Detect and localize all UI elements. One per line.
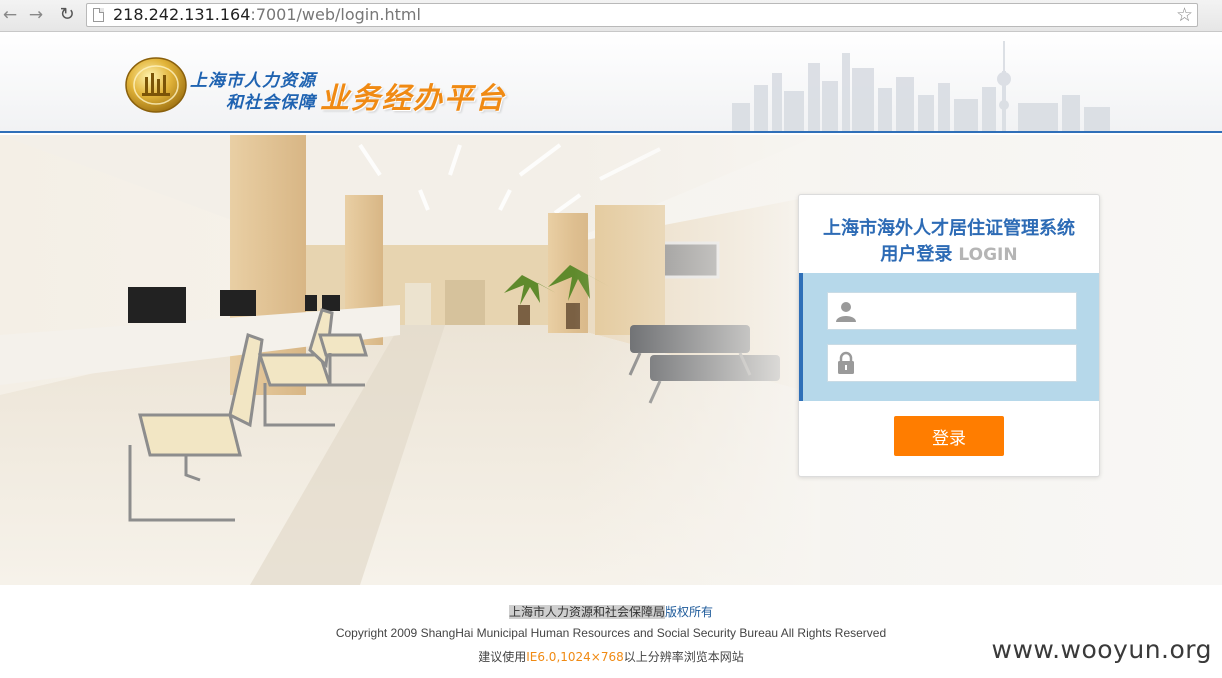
lock-icon xyxy=(838,351,854,374)
url-text[interactable]: 218.242.131.164:7001/web/login.html xyxy=(113,6,421,24)
tip-suffix: 以上分辨率浏览本网站 xyxy=(623,650,744,664)
logo-text-line2: 和社会保障 xyxy=(226,93,316,113)
username-input[interactable] xyxy=(864,297,1070,325)
emblem-logo xyxy=(125,57,187,113)
site-footer: 上海市人力资源和社会保障局版权所有 Copyright 2009 ShangHa… xyxy=(0,585,1222,678)
user-icon xyxy=(836,302,856,322)
site-header: 上海市人力资源 和社会保障 业务经办平台 xyxy=(0,33,1222,133)
footer-owner: 上海市人力资源和社会保障局 xyxy=(508,605,665,619)
watermark-text: www.wooyun.org xyxy=(991,635,1212,664)
password-input[interactable] xyxy=(864,349,1070,377)
forward-arrow-icon[interactable]: → xyxy=(26,5,46,25)
address-bar[interactable]: 218.242.131.164:7001/web/login.html ☆ xyxy=(86,3,1198,27)
footer-rights: 版权所有 xyxy=(665,605,714,619)
reload-icon[interactable]: ↻ xyxy=(57,5,77,25)
platform-title: 业务经办平台 xyxy=(320,81,507,115)
login-heading: 用户登录 LOGIN xyxy=(799,240,1099,266)
login-button[interactable]: 登录 xyxy=(894,416,1004,456)
tip-prefix: 建议使用 xyxy=(478,650,527,664)
url-host: 218.242.131.164 xyxy=(113,5,251,24)
credentials-area xyxy=(799,273,1099,401)
page-icon xyxy=(93,8,104,22)
service-hall-illustration xyxy=(0,135,820,585)
city-skyline-graphic xyxy=(732,41,1110,131)
bookmark-star-icon[interactable]: ☆ xyxy=(1176,4,1193,26)
back-arrow-icon[interactable]: ← xyxy=(0,5,20,25)
login-heading-en: LOGIN xyxy=(958,245,1018,265)
login-heading-cn: 用户登录 xyxy=(880,244,953,265)
footer-ownership: 上海市人力资源和社会保障局版权所有 xyxy=(0,603,1222,620)
system-title: 上海市海外人才居住证管理系统 xyxy=(823,218,1075,239)
tip-highlight: IE6.0,1024×768 xyxy=(526,650,624,664)
url-path: :7001/web/login.html xyxy=(250,5,421,24)
login-panel: 上海市海外人才居住证管理系统 用户登录 LOGIN 登录 xyxy=(798,194,1100,477)
browser-toolbar: ← → ↻ 218.242.131.164:7001/web/login.htm… xyxy=(0,0,1222,32)
password-field[interactable] xyxy=(827,344,1077,382)
username-field[interactable] xyxy=(827,292,1077,330)
